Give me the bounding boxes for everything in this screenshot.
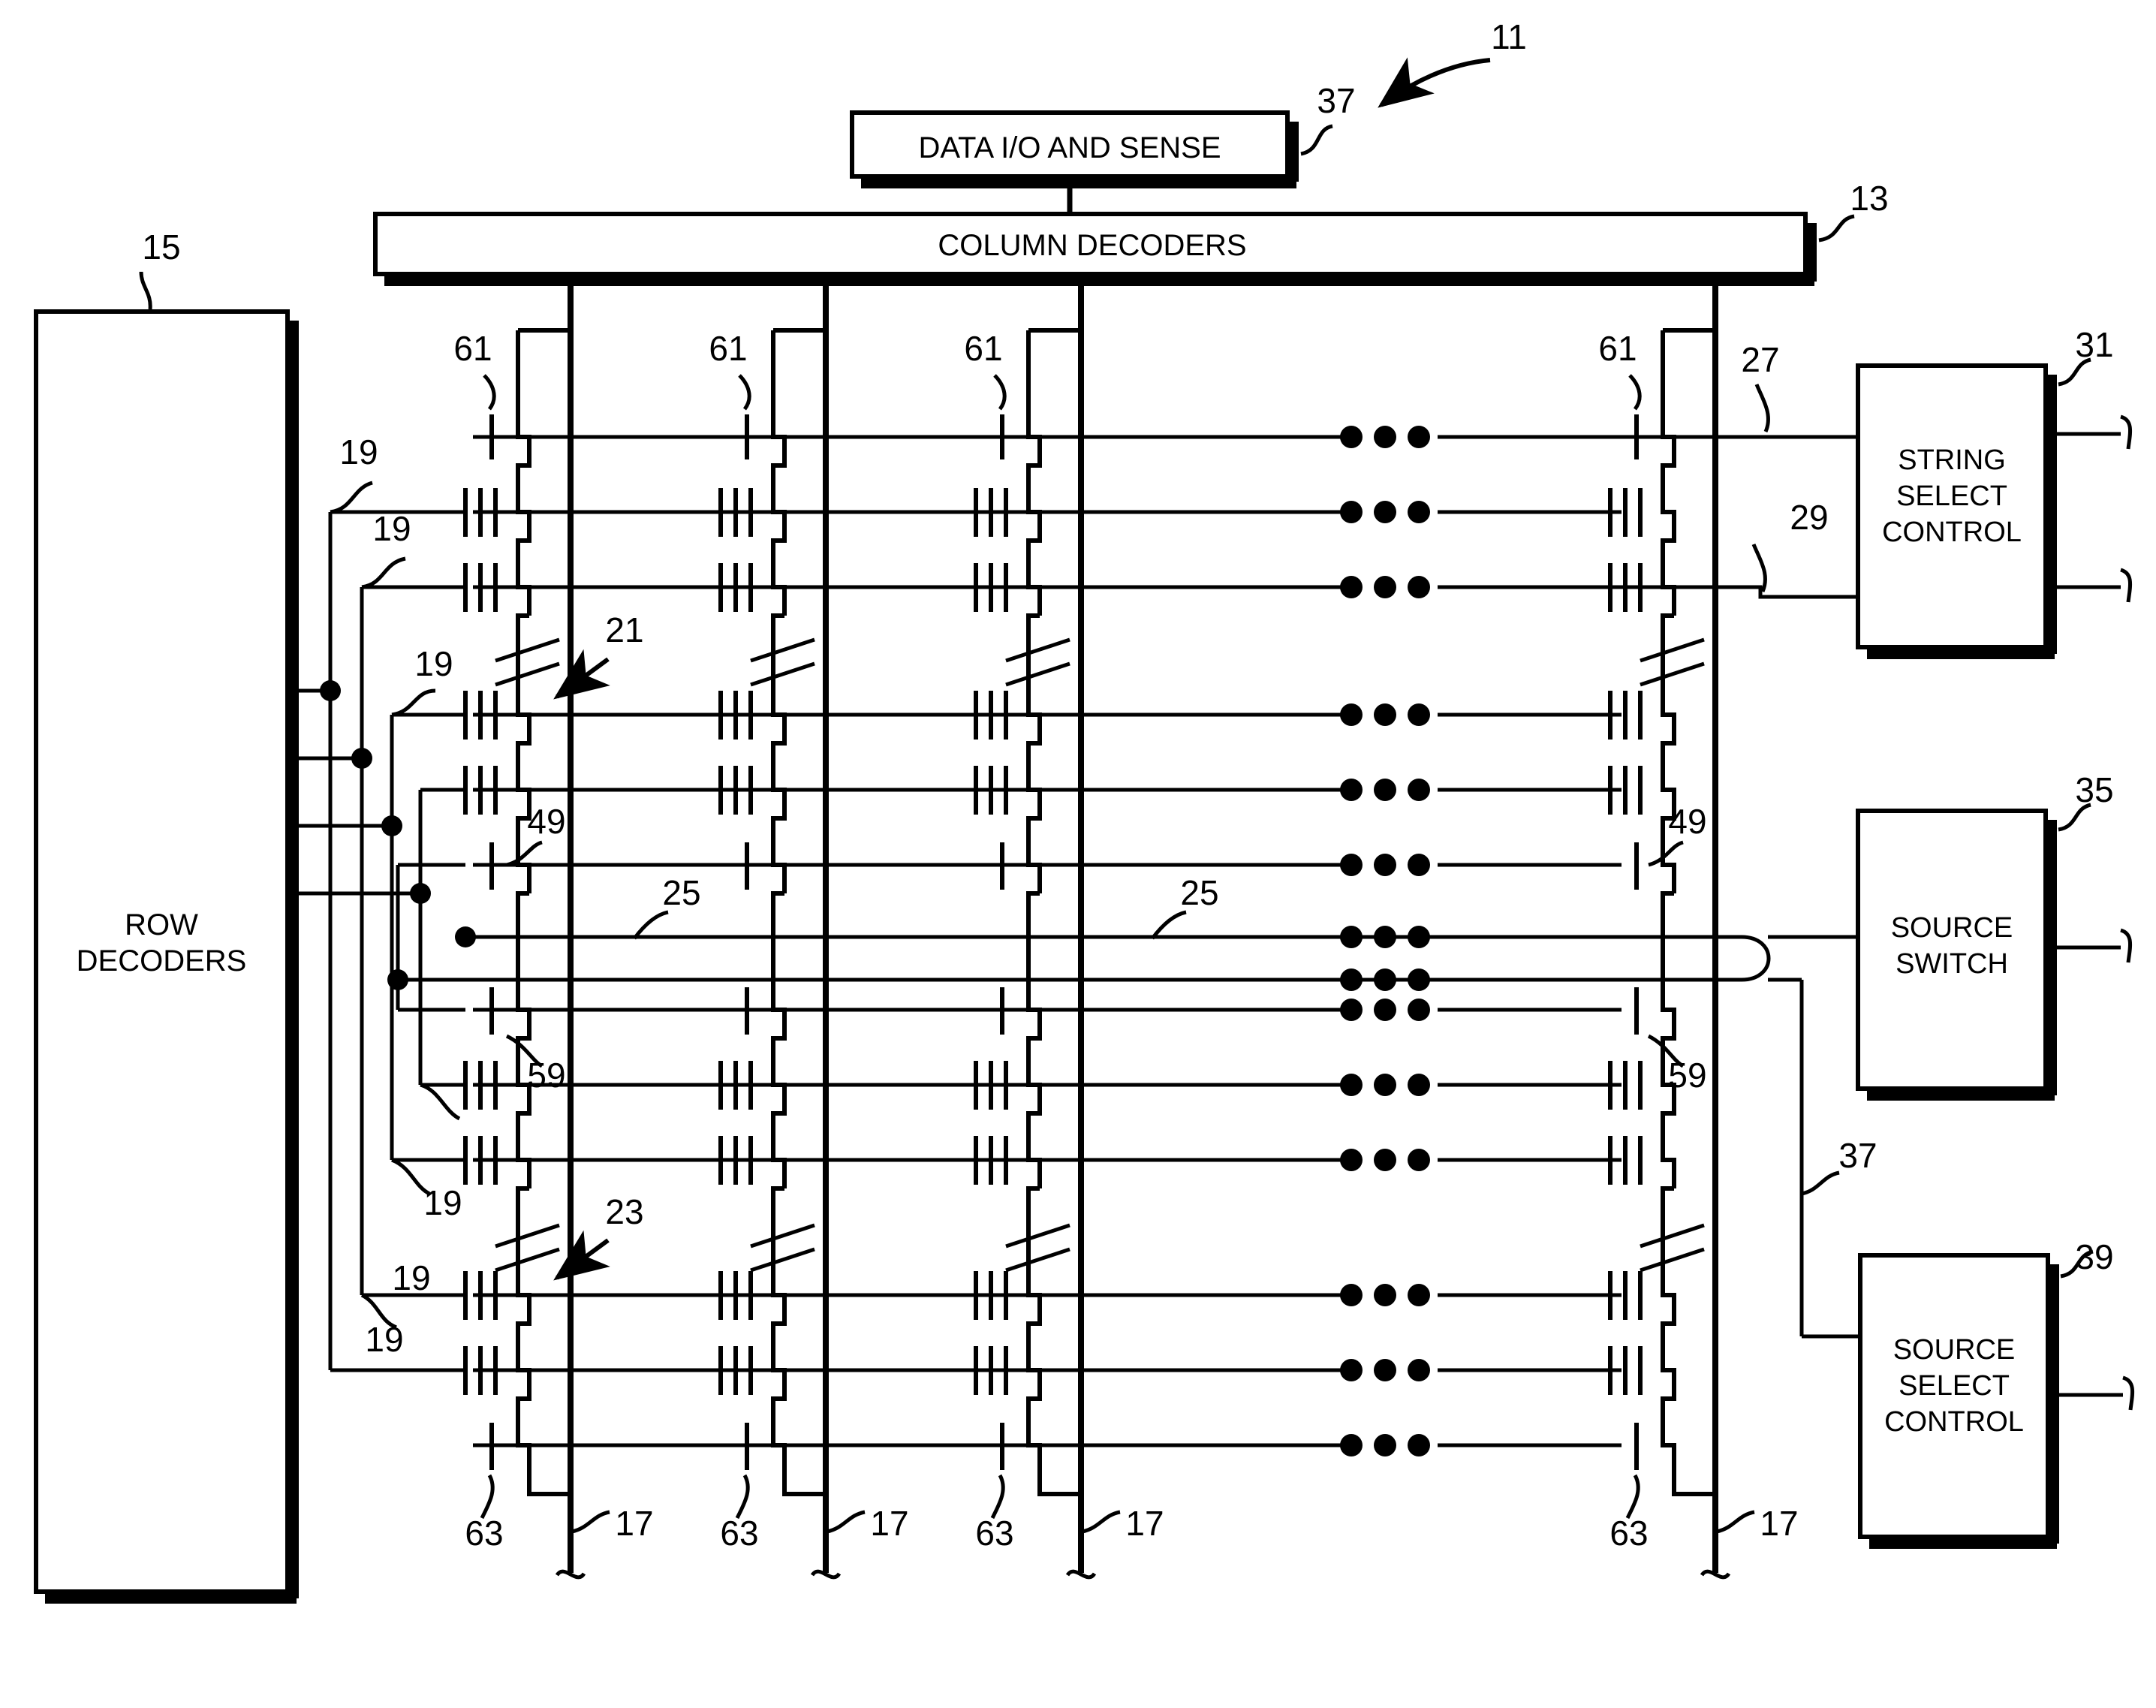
ref-19-f: 19	[365, 1320, 403, 1359]
ref-17-b: 17	[870, 1504, 908, 1543]
ref-11: 11	[1491, 17, 1527, 56]
source-switch-line2: SWITCH	[1896, 948, 2008, 980]
ref-19-c: 19	[414, 644, 453, 683]
ref-17-a: 17	[615, 1504, 653, 1543]
ref-37-src: 37	[1838, 1136, 1877, 1175]
source-line-node-a	[455, 926, 476, 947]
ref-63-c: 63	[975, 1514, 1013, 1553]
ref-21: 21	[605, 610, 643, 649]
ref-25-a: 25	[662, 873, 700, 912]
data-io-label: DATA I/O AND SENSE	[918, 131, 1221, 164]
ref-63-b: 63	[720, 1514, 758, 1553]
ref-35: 35	[2075, 770, 2113, 809]
ref-63-d: 63	[1609, 1514, 1648, 1553]
ref-49-b: 49	[1668, 802, 1706, 841]
patent-figure-page: DATA I/O AND SENSE COLUMN DECODERS ROW D…	[0, 0, 2156, 1708]
source-switch-line1: SOURCE	[1891, 912, 2013, 944]
column-decoders-label: COLUMN DECODERS	[938, 229, 1246, 262]
ref-19-d: 19	[423, 1183, 462, 1222]
column-decoders-block[interactable]: COLUMN DECODERS	[373, 212, 1817, 286]
string-select-control-line1: STRING	[1898, 444, 2006, 476]
row-decoders-block[interactable]: ROW DECODERS	[34, 309, 299, 1604]
figure-canvas: DATA I/O AND SENSE COLUMN DECODERS ROW D…	[0, 0, 2156, 1708]
ref-15: 15	[142, 227, 180, 267]
ref-59-a: 59	[527, 1056, 565, 1095]
ref-37-dataio: 37	[1317, 81, 1355, 120]
source-select-control-line1: SOURCE	[1893, 1334, 2016, 1366]
ref-19-b: 19	[372, 509, 411, 548]
ref-17-c: 17	[1125, 1504, 1164, 1543]
ref-29: 29	[1790, 498, 1828, 537]
data-io-and-sense-block[interactable]: DATA I/O AND SENSE	[850, 110, 1299, 188]
source-select-control-line2: SELECT	[1899, 1370, 2010, 1402]
ellipsis-dots	[1340, 426, 1430, 1456]
ref-19-e: 19	[392, 1258, 430, 1297]
ref-61-d: 61	[1598, 329, 1637, 368]
string-select-control-line3: CONTROL	[1882, 517, 2022, 548]
row-decoders-label-line1: ROW	[125, 908, 198, 941]
ref-49-a: 49	[527, 802, 565, 841]
ref-39: 39	[2075, 1237, 2113, 1276]
ref-61-a: 61	[453, 329, 492, 368]
ref-13: 13	[1850, 179, 1888, 218]
ref-61-c: 61	[964, 329, 1002, 368]
ref-19-a: 19	[339, 432, 378, 471]
ref-23: 23	[605, 1192, 643, 1231]
ref-59-b: 59	[1668, 1056, 1706, 1095]
row-decoders-label-line2: DECODERS	[77, 944, 247, 978]
string-select-control-line2: SELECT	[1896, 480, 2007, 512]
ref-27: 27	[1741, 340, 1779, 379]
ref-61-b: 61	[709, 329, 747, 368]
ref-31: 31	[2075, 325, 2113, 364]
ref-17-d: 17	[1760, 1504, 1798, 1543]
source-select-control-line3: CONTROL	[1884, 1406, 2024, 1438]
ref-63-a: 63	[465, 1514, 503, 1553]
ref-25-b: 25	[1180, 873, 1218, 912]
